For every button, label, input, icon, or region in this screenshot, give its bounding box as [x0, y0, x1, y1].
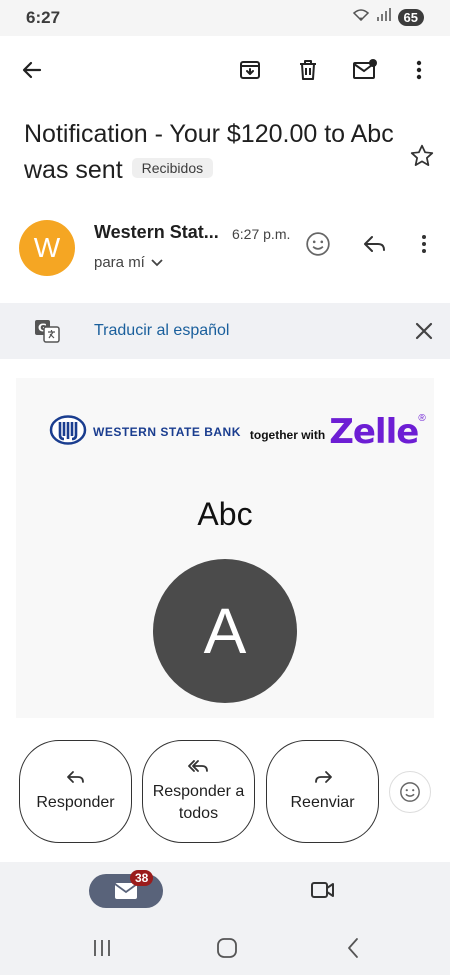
sender-name: Western Stat... [94, 222, 219, 242]
video-icon [311, 882, 334, 898]
home-icon [217, 938, 237, 958]
back-nav-icon [348, 938, 358, 958]
zelle-registered-mark: ® [418, 412, 426, 424]
delete-icon [300, 60, 316, 80]
emoji-icon [306, 232, 330, 256]
reply-action-button[interactable]: Responder [19, 740, 132, 843]
forward-icon [314, 770, 332, 783]
email-body: WESTERN STATE BANK together with Zelle ®… [16, 378, 434, 718]
home-button[interactable] [207, 928, 247, 968]
system-nav-bar [0, 920, 450, 975]
reply-label: Responder [36, 793, 115, 811]
star-icon [410, 144, 434, 166]
forward-action-button[interactable]: Reenviar [266, 740, 379, 843]
more-vert-icon [422, 235, 426, 253]
together-with-text: together with [249, 428, 326, 442]
react-emoji-button[interactable] [298, 224, 338, 264]
unread-count-badge: 38 [130, 870, 154, 886]
back-button[interactable] [12, 50, 52, 90]
system-back-button[interactable] [333, 928, 373, 968]
mark-unread-icon [353, 59, 377, 79]
app-bar [0, 36, 450, 106]
emoji-icon [400, 782, 420, 802]
zelle-logo: Zelle [329, 412, 419, 452]
star-button[interactable] [406, 140, 438, 172]
back-icon [22, 61, 42, 79]
emoji-reaction-button[interactable] [389, 771, 431, 813]
battery-indicator: 65 [397, 9, 424, 26]
message-more-button[interactable] [404, 224, 444, 264]
translate-link[interactable]: Traducir al español [94, 322, 229, 340]
more-options-button[interactable] [399, 50, 439, 90]
reply-button[interactable] [355, 224, 395, 264]
sender-row[interactable]: W Western Stat... 6:27 p.m. para mí [0, 218, 450, 282]
status-time: 6:27 [26, 8, 61, 27]
bank-name: WESTERN STATE BANK [93, 425, 241, 439]
recents-icon [94, 940, 110, 956]
translate-icon: G [34, 319, 60, 348]
recipient-details-toggle[interactable]: para mí [94, 254, 163, 271]
status-icons: 65 [352, 8, 424, 27]
email-time: 6:27 p.m. [232, 226, 291, 242]
reply-icon [66, 770, 84, 783]
payment-recipient-avatar: A [153, 559, 297, 703]
inbox-label-chip[interactable]: Recibidos [131, 158, 214, 179]
reply-icon [364, 236, 385, 252]
archive-button[interactable] [230, 50, 270, 90]
signal-icon [376, 8, 392, 27]
archive-icon [240, 61, 260, 79]
translate-bar: G Traducir al español [0, 303, 450, 359]
mark-unread-button[interactable] [345, 50, 385, 90]
reply-all-icon [187, 759, 208, 772]
bank-zelle-logos: WESTERN STATE BANK together with Zelle ® [49, 412, 426, 452]
forward-label: Reenviar [290, 793, 355, 811]
reply-all-action-button[interactable]: Responder a todos [142, 740, 255, 843]
status-bar: 6:27 65 [0, 0, 450, 36]
more-vert-icon [416, 60, 422, 80]
close-translate-button[interactable] [404, 311, 444, 351]
reply-all-label: Responder a todos [152, 782, 245, 822]
recents-button[interactable] [82, 928, 122, 968]
wifi-icon [352, 8, 370, 27]
close-icon [415, 322, 433, 340]
nav-meet-tab[interactable] [310, 880, 336, 905]
payment-recipient-name: Abc [197, 496, 253, 532]
recipient-text: para mí [94, 254, 145, 271]
chevron-down-icon [151, 258, 163, 266]
delete-button[interactable] [288, 50, 328, 90]
bank-logo-icon [49, 414, 87, 450]
sender-avatar[interactable]: W [19, 220, 75, 276]
bottom-nav: 38 [0, 862, 450, 920]
email-subject: Notification - Your $120.00 to Abc was s… [24, 116, 394, 188]
